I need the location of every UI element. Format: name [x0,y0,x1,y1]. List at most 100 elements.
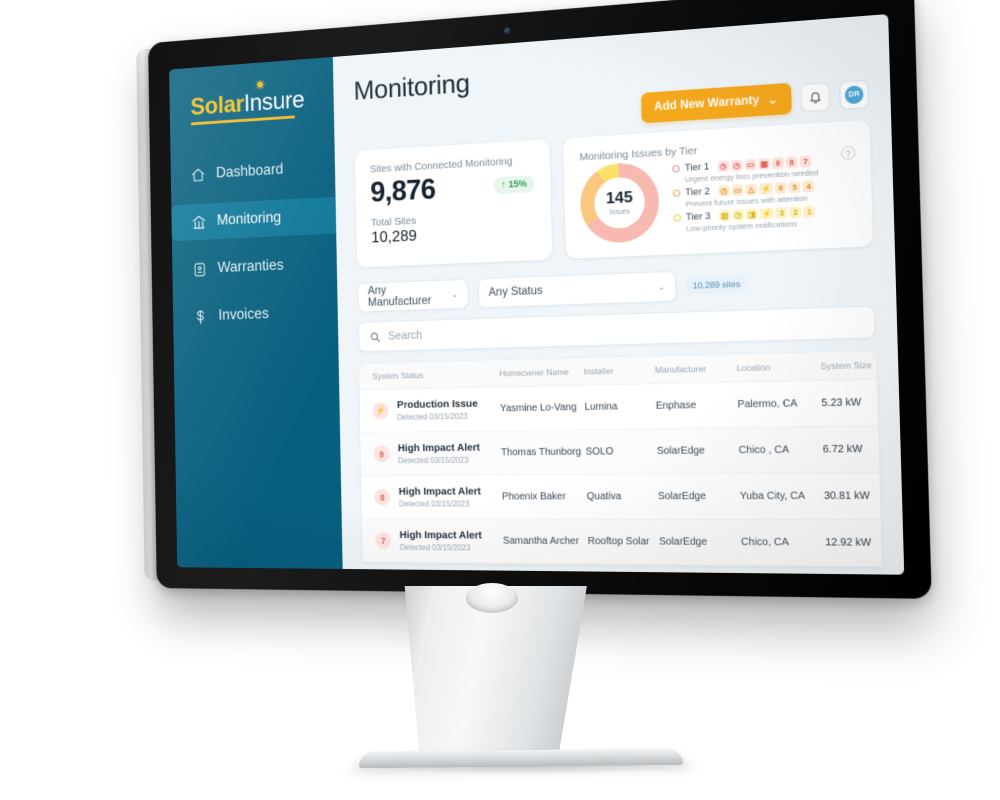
sidebar-item-label: Invoices [218,305,270,324]
screenshot-stage: ✷ SolarInsure Dashboard Monitoring Warra… [0,0,1000,800]
cell-manufacturer: SolarEdge [658,536,708,548]
tier-legend: Tier 1 ◷ ◷ ▭ ▩ 9 8 7 Urgent energy loss … [672,153,855,237]
status-detected-date: Detected 03/15/2023 [397,411,468,422]
warranty-icon [191,260,208,279]
sidebar-item-warranties[interactable]: Warranties [172,245,337,288]
avatar-initials: DR [844,84,864,104]
search-bar[interactable] [358,305,876,353]
status-title: Production Issue [396,397,478,411]
tier-pill: 1 [803,205,816,218]
manufacturer-filter[interactable]: Any Manufacturer ⌄ [357,278,469,313]
sidebar-item-label: Dashboard [215,161,284,182]
tier-pill: ◨ [745,208,758,221]
stand-cable-hole [466,583,518,613]
cell-location: Chico, CA [740,536,789,549]
column-header-location: Location [736,362,771,374]
tier-pill: 6 [775,181,787,195]
tier2-pills: ◷ ▭ △ ⚡ 6 5 4 [718,180,815,197]
cell-manufacturer: SolarEdge [656,445,705,458]
tier-row-2: Tier 2 ◷ ▭ △ ⚡ 6 5 4 Prevent future issu… [672,178,855,209]
tier3-name: Tier 3 [685,210,711,224]
chevron-down-icon: ⌄ [767,94,778,108]
tier-pill: 9 [771,157,784,170]
column-header-system-size: System Size [820,359,872,372]
user-avatar[interactable]: DR [839,79,870,110]
chevron-down-icon: ⌄ [451,289,459,299]
tier2-dot-icon [672,189,681,198]
tier-pill: ⚡ [759,207,774,220]
sidebar-item-dashboard[interactable]: Dashboard [171,148,336,194]
logo-text-insure: Insure [243,86,305,117]
connected-sites-delta: ↑ 15% [493,175,535,195]
sidebar-item-monitoring[interactable]: Monitoring [171,196,337,242]
tier-pill: 7 [799,155,812,168]
tier-pill: ◷ [730,159,743,172]
page-title: Monitoring [353,68,471,106]
app-logo: ✷ SolarInsure [170,77,334,127]
status-detected-date: Detected 03/15/2023 [399,543,471,553]
table-row[interactable]: 9 High Impact Alert Detected 03/15/2023 … [360,426,880,477]
add-new-warranty-button[interactable]: Add New Warranty ⌄ [640,82,792,124]
sidebar-item-invoices[interactable]: Invoices [173,293,338,335]
cell-location: Yuba City, CA [739,490,806,503]
sidebar: ✷ SolarInsure Dashboard Monitoring Warra… [169,56,343,570]
tier-row-1: Tier 1 ◷ ◷ ▭ ▩ 9 8 7 Urgent energy loss … [672,153,853,185]
tier1-pills: ◷ ◷ ▭ ▩ 9 8 7 [717,155,812,173]
cell-manufacturer: SolarEdge [657,490,707,503]
status-detected-date: Detected 03/15/2023 [398,499,470,509]
table-row[interactable]: 8 High Impact Alert Detected 03/15/2023 … [361,473,881,521]
monitoring-issues-title: Monitoring Issues by Tier [579,144,698,164]
status-badge: 9 [373,445,390,463]
sites-count-chip: 10,289 sites [686,275,747,294]
tier-pill: ▭ [744,158,757,171]
tier-pill: ◷ [717,160,730,173]
table-header-row: System Status Homeowner Name Installer M… [358,351,877,391]
sidebar-nav: Dashboard Monitoring Warranties Invoices [171,148,339,335]
chevron-down-icon: ⌄ [658,281,666,292]
table-row[interactable]: 7 High Impact Alert Detected 03/15/2023 … [361,519,883,568]
summary-cards: Sites with Connected Monitoring 9,876 ↑ … [354,119,874,268]
cell-location: Chico , CA [738,444,790,457]
notifications-button[interactable] [800,81,831,112]
tier1-dot-icon [672,165,680,173]
tier3-description: Low-priority system notifications [686,219,798,234]
tier-pill: 5 [788,181,801,194]
column-header-homeowner-name: Homeowner Name [499,366,569,379]
sites-table: System Status Homeowner Name Installer M… [358,351,883,568]
monitoring-issues-card: Monitoring Issues by Tier ? 145 Issues T… [563,119,874,259]
tier-row-3: Tier 3 ▥ ◷ ◨ ⚡ 3 2 1 Low-priority system… [673,204,855,234]
cell-system-size: 30.81 kW [823,490,871,503]
search-input[interactable] [387,315,863,343]
status-detected-date: Detected 03/15/2023 [397,455,469,466]
tier-pill: 4 [802,180,815,193]
cell-system-size: 6.72 kW [822,443,863,456]
cell-manufacturer: Enphase [655,399,697,412]
cell-location: Palermo, CA [737,398,798,411]
status-title: High Impact Alert [399,529,482,542]
cell-system-size: 12.92 kW [825,537,872,549]
tier3-dot-icon [673,214,681,222]
connected-sites-card: Sites with Connected Monitoring 9,876 ↑ … [354,139,553,268]
tier-pill: ▩ [758,157,771,170]
monitoring-icon [191,213,208,232]
connected-sites-value: 9,876 [370,173,436,209]
table-row[interactable]: ⚡ Production Issue Detected 03/15/2023 Y… [359,379,879,434]
tier-pill: ◷ [718,184,730,197]
tier1-description: Urgent energy loss prevention needed [684,167,819,185]
sidebar-item-label: Warranties [217,257,284,277]
main-content: Monitoring Add New Warranty ⌄ DR Sites w… [332,13,905,575]
cell-system-size: 5.23 kW [821,396,862,410]
donut-total-value: 145 [605,188,633,208]
help-icon[interactable]: ? [840,145,856,161]
column-header-system-status: System Status [372,370,424,382]
monitor: ✷ SolarInsure Dashboard Monitoring Warra… [136,0,932,599]
column-header-manufacturer: Manufacturer [654,363,707,375]
tier-pill: 8 [785,156,798,169]
filter-bar: Any Manufacturer ⌄ Any Status ⌄ 10,289 s… [357,263,874,313]
dollar-icon [192,307,209,326]
status-title: High Impact Alert [398,485,482,498]
tier-pill: 3 [775,206,788,219]
home-icon [190,165,207,184]
sun-spark-icon: ✷ [254,77,267,95]
manufacturer-filter-value: Any Manufacturer [367,284,432,309]
